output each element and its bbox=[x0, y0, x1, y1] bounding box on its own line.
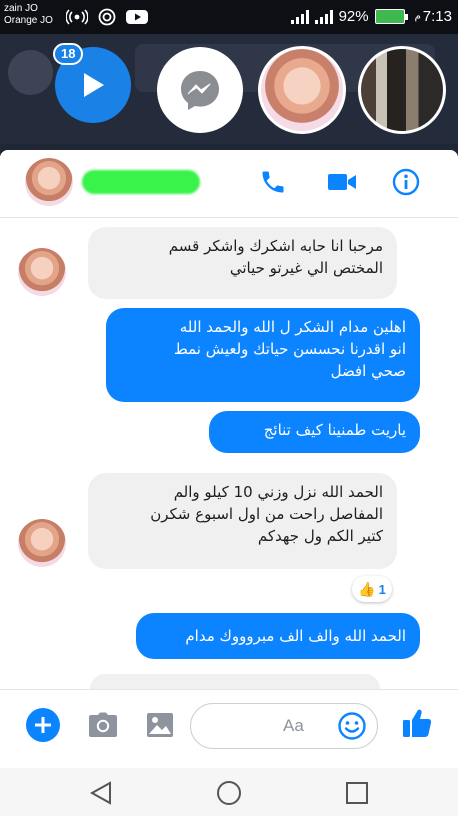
hotspot-icon bbox=[66, 9, 88, 25]
camera-button[interactable] bbox=[86, 708, 120, 742]
chat-heads-bar: 18 bbox=[0, 34, 458, 144]
messenger-chat-head[interactable] bbox=[157, 47, 243, 133]
phone-button[interactable] bbox=[257, 166, 289, 198]
reaction-count: 1 bbox=[378, 581, 386, 597]
target-icon bbox=[98, 8, 116, 26]
signal-1-icon bbox=[290, 9, 309, 24]
back-button[interactable] bbox=[86, 778, 116, 808]
conversation-card: مرحبا انا حابه اشكرك واشكر قسم المختص ال… bbox=[0, 150, 458, 770]
background-app-icon bbox=[8, 50, 53, 95]
sender-avatar bbox=[18, 248, 66, 296]
info-icon bbox=[392, 168, 420, 196]
status-icons-left bbox=[66, 8, 148, 26]
message-input-placeholder: Aa bbox=[283, 716, 304, 735]
plus-icon bbox=[35, 717, 51, 733]
like-button[interactable] bbox=[400, 706, 434, 740]
message-list[interactable]: مرحبا انا حابه اشكرك واشكر قسم المختص ال… bbox=[0, 219, 458, 704]
home-button[interactable] bbox=[214, 778, 244, 808]
status-bar: zain JO Orange JO 92% م 7:13 bbox=[0, 0, 458, 34]
thumbs-up-reaction-icon: 👍 bbox=[358, 580, 376, 597]
carrier-labels: zain JO Orange JO bbox=[4, 3, 53, 27]
camera-icon bbox=[89, 712, 117, 737]
play-chat-head[interactable]: 18 bbox=[53, 43, 131, 123]
recents-button[interactable] bbox=[342, 778, 372, 808]
emoji-button[interactable] bbox=[337, 711, 367, 741]
signal-2-icon bbox=[314, 9, 333, 24]
carrier-1: zain JO bbox=[4, 3, 38, 14]
contact-chat-head[interactable] bbox=[258, 46, 346, 134]
thumbs-up-icon bbox=[403, 709, 432, 737]
home-icon bbox=[217, 781, 241, 805]
message-input[interactable]: Aa bbox=[190, 703, 378, 749]
carrier-2: Orange JO bbox=[4, 15, 53, 26]
contact-name-redacted bbox=[82, 170, 200, 194]
screen: zain JO Orange JO 92% م 7:13 18 مرحبا ان… bbox=[0, 0, 458, 816]
message-incoming[interactable]: مرحبا انا حابه اشكرك واشكر قسم المختص ال… bbox=[88, 227, 397, 299]
time-prefix: م bbox=[414, 11, 421, 22]
message-outgoing[interactable]: الحمد الله والف الف مبروووك مدام bbox=[136, 613, 420, 659]
navigation-bar bbox=[0, 768, 458, 816]
play-icon bbox=[84, 73, 104, 97]
back-icon bbox=[89, 781, 111, 805]
message-composer: Aa bbox=[0, 689, 458, 770]
contact-avatar[interactable] bbox=[25, 158, 73, 206]
more-actions-button[interactable] bbox=[26, 708, 60, 742]
video-call-icon bbox=[328, 174, 356, 190]
unread-badge: 18 bbox=[53, 43, 84, 65]
conversation-header bbox=[0, 150, 458, 218]
status-icons-right: 92% م 7:13 bbox=[290, 8, 452, 25]
message-outgoing[interactable]: ياريت طمنينا كيف تنائج bbox=[209, 411, 420, 453]
message-incoming[interactable]: الحمد الله نزل وزني 10 كيلو والم المفاصل… bbox=[88, 473, 397, 569]
sender-avatar bbox=[18, 519, 66, 567]
battery-icon bbox=[374, 9, 408, 24]
emoji-icon bbox=[338, 712, 366, 740]
gallery-button[interactable] bbox=[143, 708, 177, 742]
battery-percent: 92% bbox=[338, 8, 369, 25]
messenger-icon bbox=[181, 71, 219, 110]
info-button[interactable] bbox=[390, 166, 422, 198]
video-call-button[interactable] bbox=[326, 166, 358, 198]
message-outgoing[interactable]: اهلين مدام الشكر ل الله والحمد الله انو … bbox=[106, 308, 420, 402]
clock: 7:13 bbox=[422, 8, 452, 25]
reaction-pill[interactable]: 👍 1 bbox=[352, 576, 392, 602]
youtube-icon bbox=[126, 10, 148, 24]
image-icon bbox=[147, 713, 173, 737]
recents-icon bbox=[346, 782, 368, 804]
phone-icon bbox=[262, 171, 284, 193]
group-chat-head[interactable] bbox=[358, 46, 446, 134]
